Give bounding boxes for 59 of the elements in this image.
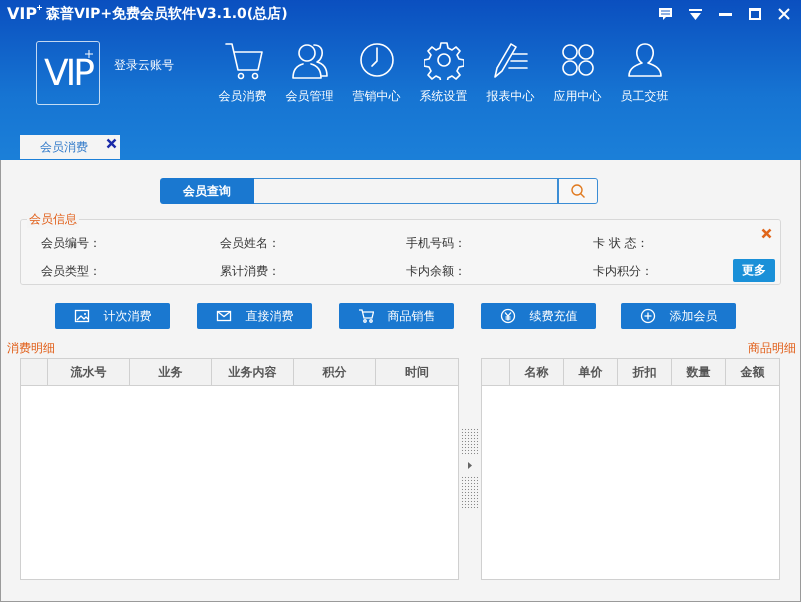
action-button[interactable]: 添加会员 — [621, 303, 736, 329]
image-icon — [74, 308, 90, 324]
field-label: 累计消费： — [220, 263, 280, 280]
grip-dots[interactable] — [461, 428, 479, 455]
field-label: 卡 状 态： — [593, 235, 649, 252]
nav-item[interactable]: 员工交班 — [611, 40, 678, 105]
column-header[interactable]: 数量 — [672, 359, 726, 385]
panel-title: 会员信息 — [27, 211, 79, 228]
search-button[interactable] — [558, 178, 598, 204]
column-header[interactable]: 单价 — [564, 359, 618, 385]
action-button[interactable]: 计次消费 — [55, 303, 170, 329]
action-button[interactable]: 直接消费 — [197, 303, 312, 329]
column-header[interactable]: 名称 — [510, 359, 564, 385]
app-logo: VIP — [7, 4, 38, 24]
mail-icon — [216, 308, 232, 324]
section-title: 消费明细 — [7, 340, 55, 356]
field-label: 卡内积分： — [593, 263, 653, 280]
yen-coin-icon — [500, 308, 516, 324]
cart-icon — [222, 40, 262, 80]
search-label: 会员查询 — [160, 178, 254, 204]
maximize-icon[interactable] — [749, 8, 761, 20]
column-header[interactable]: 业务内容 — [212, 359, 294, 385]
message-icon[interactable] — [659, 8, 672, 20]
cart-icon — [358, 308, 374, 324]
nav-item[interactable]: 系统设置 — [410, 40, 477, 105]
nav-item[interactable]: 营销中心 — [343, 40, 410, 105]
nav-item[interactable]: 会员消费 — [209, 40, 276, 105]
minimize-icon[interactable] — [719, 12, 732, 16]
search-icon — [570, 183, 586, 199]
column-header[interactable]: 业务 — [130, 359, 212, 385]
nav-item[interactable]: 报表中心 — [477, 40, 544, 105]
column-header[interactable]: 积分 — [294, 359, 376, 385]
field-label: 手机号码： — [406, 235, 466, 252]
section-title: 商品明细 — [748, 340, 796, 356]
login-link[interactable]: 登录云账号 — [114, 57, 174, 74]
field-label: 会员类型： — [41, 263, 101, 280]
plus-icon — [37, 5, 42, 10]
search-field[interactable] — [254, 178, 558, 204]
expand-arrow-icon[interactable] — [468, 462, 472, 469]
settings-icon — [424, 40, 464, 80]
more-button[interactable]: 更多 — [733, 259, 775, 282]
vip-logo: VIP — [36, 41, 100, 105]
grip-dots[interactable] — [461, 476, 479, 508]
column-header[interactable]: 折扣 — [618, 359, 672, 385]
field-label: 卡内余额： — [406, 263, 466, 280]
column-header[interactable]: 流水号 — [48, 359, 130, 385]
column-header[interactable]: 时间 — [376, 359, 458, 385]
field-label: 会员姓名： — [220, 235, 280, 252]
close-icon[interactable] — [106, 138, 117, 149]
action-button[interactable]: 商品销售 — [339, 303, 454, 329]
field-label: 会员编号： — [41, 235, 101, 252]
window-title: 森普VIP+免费会员软件V3.1.0(总店) — [46, 5, 288, 23]
tab[interactable]: 会员消费 — [20, 135, 120, 159]
column-header[interactable]: 金额 — [726, 359, 779, 385]
add-icon — [640, 308, 656, 324]
nav-item[interactable]: 应用中心 — [544, 40, 611, 105]
nav-item[interactable]: 会员管理 — [276, 40, 343, 105]
action-button[interactable]: 续费充值 — [481, 303, 596, 329]
dropdown-icon[interactable] — [689, 8, 702, 20]
